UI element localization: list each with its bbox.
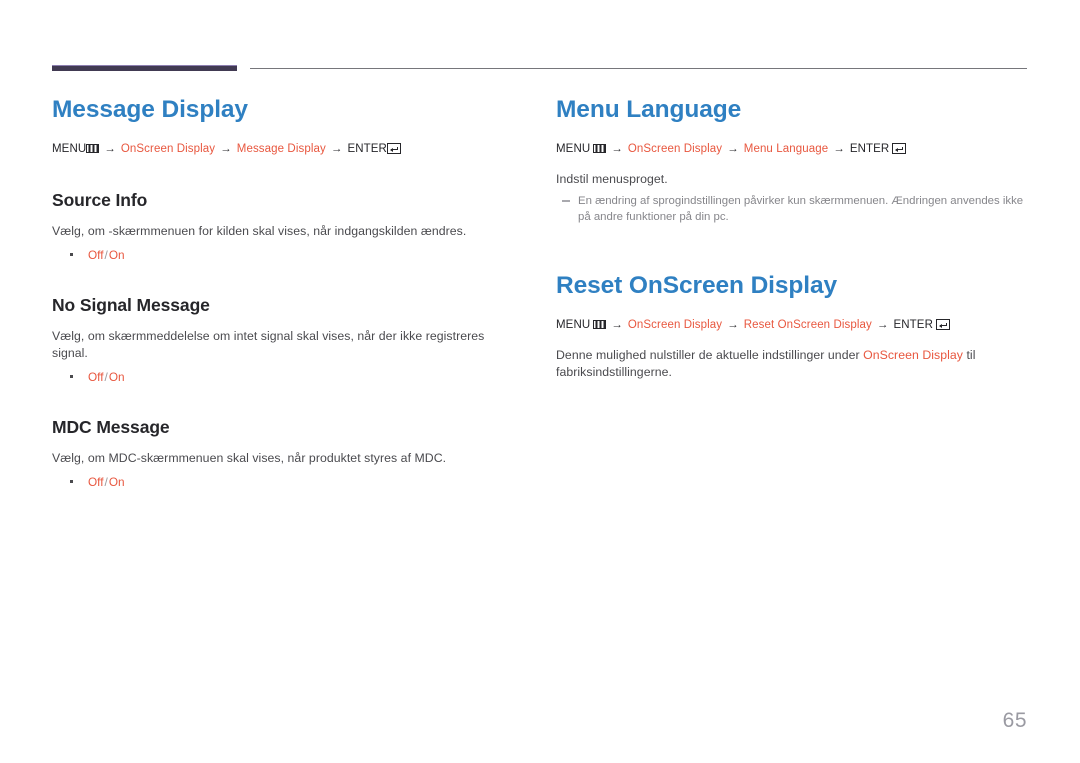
breadcrumb-enter-label: ENTER <box>849 143 890 155</box>
breadcrumb-arrow-1: → <box>104 143 116 155</box>
breadcrumb-menu-label: MENU <box>52 143 87 155</box>
enter-icon <box>935 319 950 330</box>
page-number: 65 <box>1002 709 1027 732</box>
breadcrumb-arrow-3: → <box>833 143 845 155</box>
option-on: On <box>108 370 125 384</box>
menu-icon <box>86 144 100 153</box>
breadcrumb-step-menu-language[interactable]: Menu Language <box>744 143 828 155</box>
page-header-rule <box>0 0 1080 71</box>
page-title-message-display: Message Display <box>52 96 248 123</box>
option-list-no-signal-message: Off/On <box>52 368 522 386</box>
enter-icon <box>892 143 907 154</box>
description-keyword-onscreen-display[interactable]: OnScreen Display <box>863 348 963 362</box>
option-off: Off <box>88 248 104 262</box>
left-column: Message Display MENU → OnScreen Display → Me… <box>52 95 522 521</box>
option-list-mdc-message: Off/On <box>52 473 522 491</box>
breadcrumb-menu-label: MENU <box>556 143 591 155</box>
breadcrumb-step-message-display[interactable]: Message Display <box>237 143 326 155</box>
list-item[interactable]: Off/On <box>70 473 522 491</box>
breadcrumb-arrow-1: → <box>611 143 623 155</box>
option-off: Off <box>88 370 104 384</box>
subsection-description-mdc-message: Vælg, om MDC-skærmmenuen skal vises, når… <box>52 451 447 465</box>
breadcrumb-arrow-3: → <box>876 319 889 331</box>
breadcrumb-step-onscreen-display[interactable]: OnScreen Display <box>121 143 215 155</box>
enter-icon <box>386 143 401 154</box>
list-item[interactable]: Off/On <box>70 368 522 386</box>
breadcrumb-arrow-2: → <box>727 319 739 331</box>
breadcrumb-step-onscreen-display[interactable]: OnScreen Display <box>628 143 722 155</box>
page-title-reset-onscreen-display: Reset OnScreen Display <box>556 272 838 299</box>
page-title-menu-language: Menu Language <box>556 96 742 123</box>
option-list-source-info: Off/On <box>52 246 522 264</box>
note-menu-language: En ændring af sprogindstillingen påvirke… <box>562 194 1036 225</box>
breadcrumb-arrow-3: → <box>330 143 343 155</box>
header-accent-bar <box>52 65 237 71</box>
subsection-title-source-info: Source Info <box>52 190 148 210</box>
subsection-title-no-signal-message: No Signal Message <box>52 295 210 315</box>
breadcrumb-arrow-2: → <box>727 143 739 155</box>
option-off: Off <box>88 475 104 489</box>
option-on: On <box>108 475 125 489</box>
right-column: Menu Language MENU → OnScreen Display → Menu… <box>556 95 1036 387</box>
breadcrumb-arrow-1: → <box>611 319 623 331</box>
option-on: On <box>108 248 125 262</box>
menu-icon <box>593 320 607 329</box>
breadcrumb-enter-label: ENTER <box>347 143 387 155</box>
subsection-description-source-info: Vælg, om -skærmmenuen for kilden skal vi… <box>52 224 467 238</box>
description-reset-onscreen-display: Denne mulighed nulstiller de aktuelle in… <box>556 347 1036 381</box>
description-menu-language: Indstil menusproget. <box>556 172 668 186</box>
breadcrumb-menu-language: MENU → OnScreen Display → Menu Language → ENTE… <box>556 141 1036 157</box>
breadcrumb-menu-label: MENU <box>556 319 591 331</box>
breadcrumb-step-onscreen-display[interactable]: OnScreen Display <box>628 319 722 331</box>
breadcrumb-enter-label: ENTER <box>893 319 933 331</box>
breadcrumb-arrow-2: → <box>220 143 232 155</box>
breadcrumb-reset-onscreen-display: MENU → OnScreen Display → Reset OnScreen Dis… <box>556 317 1036 333</box>
description-text-before: Denne mulighed nulstiller de aktuelle in… <box>556 348 860 362</box>
list-item[interactable]: Off/On <box>70 246 522 264</box>
breadcrumb-message-display: MENU → OnScreen Display → Message Display → EN… <box>52 141 522 157</box>
subsection-title-mdc-message: MDC Message <box>52 417 170 437</box>
header-divider-line <box>250 68 1027 69</box>
menu-icon <box>593 144 607 153</box>
subsection-description-no-signal-message: Vælg, om skærmmeddelelse om intet signal… <box>52 329 485 360</box>
breadcrumb-step-reset-onscreen-display[interactable]: Reset OnScreen Display <box>744 319 872 331</box>
